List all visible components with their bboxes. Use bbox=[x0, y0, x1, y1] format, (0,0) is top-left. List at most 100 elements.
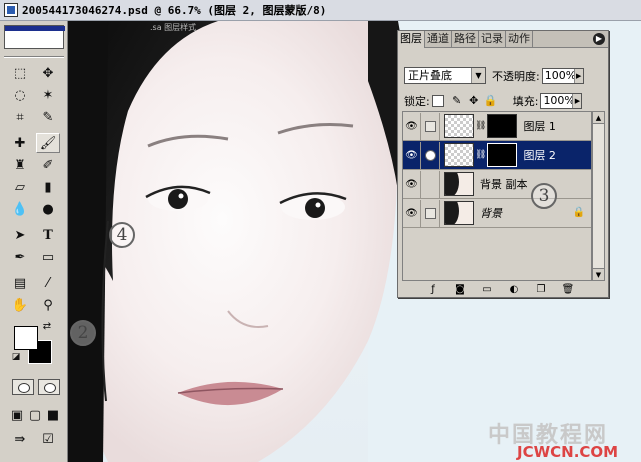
link-cell[interactable] bbox=[421, 141, 440, 169]
trash-icon[interactable]: 🗑 bbox=[561, 284, 575, 296]
marquee-tool-icon[interactable]: ⬚ bbox=[8, 63, 32, 83]
layer-thumbnail bbox=[444, 143, 474, 167]
lock-transparency-checkbox[interactable] bbox=[431, 94, 444, 107]
link-cell[interactable] bbox=[421, 170, 440, 198]
blur-tool-icon[interactable]: 💧 bbox=[8, 199, 32, 219]
layer-thumbnail bbox=[444, 172, 474, 196]
opacity-arrow-icon[interactable]: ▶ bbox=[573, 68, 583, 83]
clone-stamp-tool-icon[interactable]: ♜ bbox=[8, 155, 32, 175]
lock-pixels-icon[interactable]: ✎ bbox=[450, 94, 464, 108]
lock-position-icon[interactable]: ✥ bbox=[467, 94, 481, 108]
lock-fill-row: 锁定: ✎ ✥ 🔒 填充: 100% ▶ bbox=[402, 92, 583, 109]
layer-list: 👁 ⛓ 图层 1 👁 ⛓ 图层 2 👁 背景 副本 👁 背景 🔒 bbox=[402, 111, 592, 281]
chevron-down-icon: ▼ bbox=[471, 68, 485, 83]
layer-thumbnail bbox=[444, 201, 474, 225]
eraser-tool-icon[interactable]: ▱ bbox=[8, 177, 32, 197]
lasso-tool-icon[interactable]: ◌ bbox=[8, 85, 32, 105]
full-screen-mode-icon[interactable]: ■ bbox=[44, 405, 62, 425]
scroll-down-icon[interactable]: ▼ bbox=[593, 268, 604, 280]
notes-tool-icon[interactable]: ▤ bbox=[8, 273, 32, 293]
layer-thumbnail bbox=[444, 114, 474, 138]
layer-name: 背景 副本 bbox=[480, 178, 528, 191]
full-screen-menu-mode-icon[interactable]: ▢ bbox=[26, 405, 44, 425]
slice-tool-icon[interactable]: ✎ bbox=[36, 107, 60, 127]
crop-tool-icon[interactable]: ⌗ bbox=[8, 107, 32, 127]
eyedropper-tool-icon[interactable]: ⁄ bbox=[36, 273, 60, 293]
magic-wand-tool-icon[interactable]: ✶ bbox=[36, 85, 60, 105]
canvas-faint-text: .sa 图层样式 bbox=[150, 23, 197, 32]
jump-to-imageready-icon[interactable]: ⇛ bbox=[8, 429, 32, 449]
layer-row-selected[interactable]: 👁 ⛓ 图层 2 bbox=[403, 141, 591, 170]
new-layer-icon[interactable]: ❐ bbox=[534, 284, 548, 296]
layer-row[interactable]: 👁 背景 副本 bbox=[403, 170, 591, 199]
link-box bbox=[424, 120, 436, 132]
history-brush-tool-icon[interactable]: ✐ bbox=[36, 155, 60, 175]
hand-tool-icon[interactable]: ✋ bbox=[8, 295, 32, 315]
layers-palette: 图层 通道 路径 记录 动作 ▶ 正片叠底 ▼ 不透明度: 100% ▶ 锁定:… bbox=[397, 30, 609, 298]
foreground-color-swatch[interactable] bbox=[14, 326, 38, 350]
chain-link-icon[interactable]: ⛓ bbox=[475, 150, 486, 160]
burn-tool-icon[interactable]: ● bbox=[36, 199, 60, 219]
layer-mask-thumbnail[interactable] bbox=[487, 143, 518, 167]
opacity-field[interactable]: 100% ▶ bbox=[541, 67, 584, 84]
pen-tool-icon[interactable]: ✒ bbox=[8, 247, 32, 267]
quick-mask-mode-button[interactable] bbox=[38, 379, 60, 395]
link-cell[interactable] bbox=[421, 112, 440, 140]
edit-in-imageready-icon[interactable]: ☑ bbox=[36, 429, 60, 449]
toolbox: ⬚ ✥ ◌ ✶ ⌗ ✎ ✚ 🖌 ♜ ✐ ▱ ▮ 💧 ● ➤ T ✒ ▭ ▤ ⁄ … bbox=[0, 21, 68, 462]
link-cell[interactable] bbox=[421, 199, 440, 227]
fill-value: 100% bbox=[543, 93, 575, 107]
layer-name: 图层 2 bbox=[523, 149, 556, 162]
eye-icon[interactable]: 👁 bbox=[403, 112, 421, 140]
scroll-up-icon[interactable]: ▲ bbox=[593, 112, 604, 124]
path-select-tool-icon[interactable]: ➤ bbox=[8, 225, 32, 245]
watermark-en: JCWCN.COM bbox=[517, 443, 619, 461]
layer-row[interactable]: 👁 背景 🔒 bbox=[403, 199, 591, 228]
default-colors-icon[interactable]: ◪ bbox=[10, 351, 22, 363]
healing-brush-tool-icon[interactable]: ✚ bbox=[8, 133, 32, 153]
window-title-bar[interactable]: 200544173046274.psd @ 66.7% (图层 2, 图层蒙版/… bbox=[0, 0, 641, 21]
fill-field[interactable]: 100% ▶ bbox=[540, 92, 583, 109]
type-tool-icon[interactable]: T bbox=[36, 225, 60, 245]
adjustment-layer-icon[interactable]: ◐ bbox=[507, 284, 521, 296]
lock-label: 锁定: bbox=[404, 94, 430, 108]
tab-channels[interactable]: 通道 bbox=[425, 31, 452, 47]
chain-link-icon[interactable]: ⛓ bbox=[475, 121, 486, 131]
layer-mask-thumbnail[interactable] bbox=[487, 114, 518, 138]
opacity-value: 100% bbox=[544, 68, 577, 82]
new-group-icon[interactable]: ▭ bbox=[480, 284, 494, 296]
document-icon bbox=[4, 3, 18, 17]
zoom-tool-icon[interactable]: ⚲ bbox=[36, 295, 60, 315]
lock-all-icon[interactable]: 🔒 bbox=[484, 94, 498, 108]
callout-2: 2 bbox=[70, 320, 96, 346]
palette-menu-icon[interactable]: ▶ bbox=[593, 33, 605, 45]
move-tool-icon[interactable]: ✥ bbox=[36, 63, 60, 83]
tab-paths[interactable]: 路径 bbox=[452, 31, 479, 47]
blend-mode-select[interactable]: 正片叠底 ▼ bbox=[404, 67, 486, 84]
link-box bbox=[424, 207, 436, 219]
tab-layers[interactable]: 图层 bbox=[398, 31, 425, 48]
fill-label: 填充: bbox=[512, 94, 539, 108]
eye-icon[interactable]: 👁 bbox=[403, 141, 421, 169]
eye-icon[interactable]: 👁 bbox=[403, 170, 421, 198]
layer-row[interactable]: 👁 ⛓ 图层 1 bbox=[403, 112, 591, 141]
layers-scrollbar[interactable]: ▲ ▼ bbox=[592, 111, 605, 281]
swap-colors-icon[interactable]: ⇄ bbox=[40, 319, 54, 333]
layer-style-icon[interactable]: ƒ bbox=[426, 284, 440, 296]
photoshop-logo[interactable] bbox=[4, 25, 65, 49]
standard-mode-button[interactable] bbox=[12, 379, 34, 395]
standard-screen-mode-icon[interactable]: ▣ bbox=[8, 405, 26, 425]
eye-icon[interactable]: 👁 bbox=[403, 199, 421, 227]
add-mask-icon[interactable]: ◙ bbox=[453, 284, 467, 296]
callout-3: 3 bbox=[531, 183, 557, 209]
tab-actions[interactable]: 动作 bbox=[506, 31, 533, 47]
brush-tool-icon[interactable]: 🖌 bbox=[36, 133, 60, 153]
mask-active-icon bbox=[424, 149, 436, 161]
palette-tabs: 图层 通道 路径 记录 动作 ▶ bbox=[398, 31, 608, 48]
fill-arrow-icon[interactable]: ▶ bbox=[572, 93, 582, 108]
gradient-tool-icon[interactable]: ▮ bbox=[36, 177, 60, 197]
window-title: 200544173046274.psd @ 66.7% (图层 2, 图层蒙版/… bbox=[22, 4, 327, 17]
shape-tool-icon[interactable]: ▭ bbox=[36, 247, 60, 267]
tab-history[interactable]: 记录 bbox=[479, 31, 506, 47]
blend-opacity-row: 正片叠底 ▼ 不透明度: 100% ▶ bbox=[404, 67, 584, 84]
